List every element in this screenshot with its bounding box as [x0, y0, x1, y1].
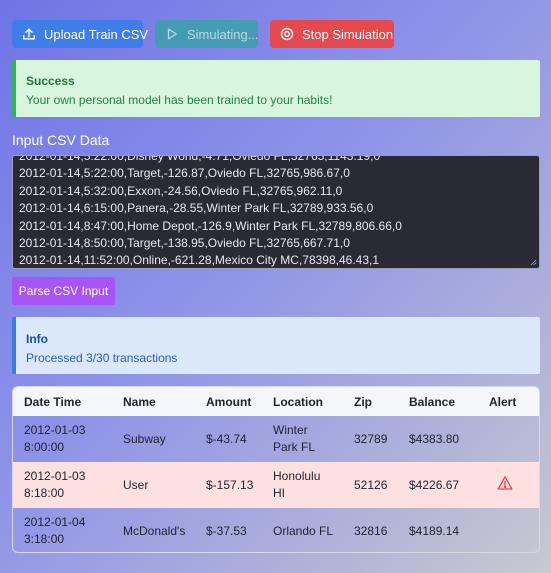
upload-button-label: Upload Train CSV — [44, 26, 149, 42]
cell-date: 2012-01-03 — [24, 423, 86, 437]
csv-section-title: Input CSV Data — [12, 132, 110, 148]
cell-location-line1: Orlando FL — [273, 523, 334, 538]
cell-zip: 52126 — [343, 462, 398, 508]
cell-amount: $-37.53 — [206, 523, 247, 538]
header-alert: Alert — [489, 394, 517, 409]
upload-icon — [23, 28, 35, 40]
cell-time: 8:00:00 — [24, 440, 65, 454]
success-alert-title: Success — [26, 74, 75, 88]
cell-location-line1: Honolulu — [273, 469, 321, 483]
csv-input-textarea[interactable]: 2012-01-14,5:22:00,Disney World,-4.71,Ov… — [12, 155, 540, 269]
csv-lines: 2012-01-14,5:22:00,Disney World,-4.71,Ov… — [19, 155, 402, 268]
cell-balance: $4189.14 — [409, 523, 460, 538]
cell-location: Winter Park FL — [262, 416, 343, 462]
cell-alert — [478, 462, 539, 508]
cell-amount: $-157.13 — [195, 462, 262, 508]
warning-triangle-icon — [497, 475, 513, 490]
info-alert: Info Processed 3/30 transactions — [12, 317, 540, 374]
upload-train-csv-button[interactable]: Upload Train CSV — [12, 20, 148, 48]
cell-time: 3:18:00 — [24, 532, 65, 546]
csv-line: 2012-01-14,5:22:00,Disney World,-4.71,Ov… — [19, 155, 381, 163]
cell-location-line2: Park FL — [273, 440, 316, 454]
cell-location-line1: Winter — [273, 423, 308, 437]
cell-zip: 32789 — [354, 431, 388, 446]
cell-name: Subway — [123, 431, 166, 446]
cell-amount: $-43.74 — [206, 431, 247, 446]
cell-location: Honolulu HI — [262, 462, 343, 508]
cell-balance: $4226.67 — [398, 462, 478, 508]
stop-button-label: Stop Simulation — [302, 26, 394, 42]
table-row[interactable]: 2012-01-03 8:00:00 Subway $-43.74 Winter P… — [13, 416, 539, 462]
table-row[interactable]: 2012-01-04 3:18:00 McDonald's $-37.53 Orl… — [13, 508, 539, 552]
cell-alert — [478, 508, 539, 552]
resize-grip-icon[interactable] — [530, 259, 537, 266]
cell-name: McDonald's — [123, 523, 186, 538]
cell-date-time: 2012-01-04 3:18:00 — [13, 508, 112, 552]
table-row-alert[interactable]: 2012-01-03 8:18:00 User $-157.13 Honolulu… — [13, 462, 539, 508]
cell-location: Orlando FL — [262, 508, 343, 552]
simulating-button[interactable]: Simulating... — [155, 20, 259, 48]
parse-csv-button[interactable]: Parse CSV Input — [12, 277, 115, 305]
csv-line: 2012-01-14,11:52:00,Online,-621.28,Mexic… — [19, 253, 380, 268]
play-icon — [167, 28, 178, 40]
cell-date-time: 2012-01-03 8:18:00 — [13, 462, 112, 508]
transactions-table: Date Time Name Amount Location Zip Balan… — [12, 386, 540, 553]
header-zip: Zip — [354, 394, 372, 409]
cell-date-time: 2012-01-03 8:00:00 — [13, 416, 112, 462]
header-amount: Amount — [206, 394, 252, 409]
header-date-time: Date Time — [24, 394, 82, 409]
stop-circle-icon — [280, 27, 294, 41]
csv-line: 2012-01-14,5:22:00,Target,-126.87,Oviedo… — [19, 166, 350, 181]
info-alert-title: Info — [26, 332, 48, 346]
header-balance: Balance — [409, 394, 456, 409]
table-header-row: Date Time Name Amount Location Zip Balan… — [13, 387, 539, 416]
success-alert: Success Your own personal model has been… — [12, 60, 540, 117]
header-name: Name — [123, 394, 156, 409]
cell-alert — [478, 416, 539, 462]
info-alert-message: Processed 3/30 transactions — [26, 351, 178, 365]
cell-location-line2: HI — [273, 486, 285, 500]
csv-line: 2012-01-14,8:50:00,Target,-138.95,Oviedo… — [19, 236, 350, 251]
csv-line: 2012-01-14,6:15:00,Panera,-28.55,Winter … — [19, 201, 374, 216]
header-location: Location — [273, 394, 323, 409]
cell-zip: 32816 — [354, 523, 388, 538]
success-alert-message: Your own personal model has been trained… — [26, 93, 333, 107]
cell-date: 2012-01-04 — [24, 515, 86, 529]
csv-line: 2012-01-14,5:32:00,Exxon,-24.56,Oviedo F… — [19, 183, 343, 198]
simulating-button-label: Simulating... — [187, 26, 259, 42]
cell-name: User — [112, 462, 195, 508]
csv-line: 2012-01-14,8:47:00,Home Depot,-126.9,Win… — [19, 218, 402, 233]
cell-date: 2012-01-03 — [24, 469, 86, 483]
stop-simulation-button[interactable]: Stop Simulation — [270, 20, 394, 48]
cell-time: 8:18:00 — [24, 486, 65, 500]
cell-balance: $4383.80 — [409, 431, 460, 446]
